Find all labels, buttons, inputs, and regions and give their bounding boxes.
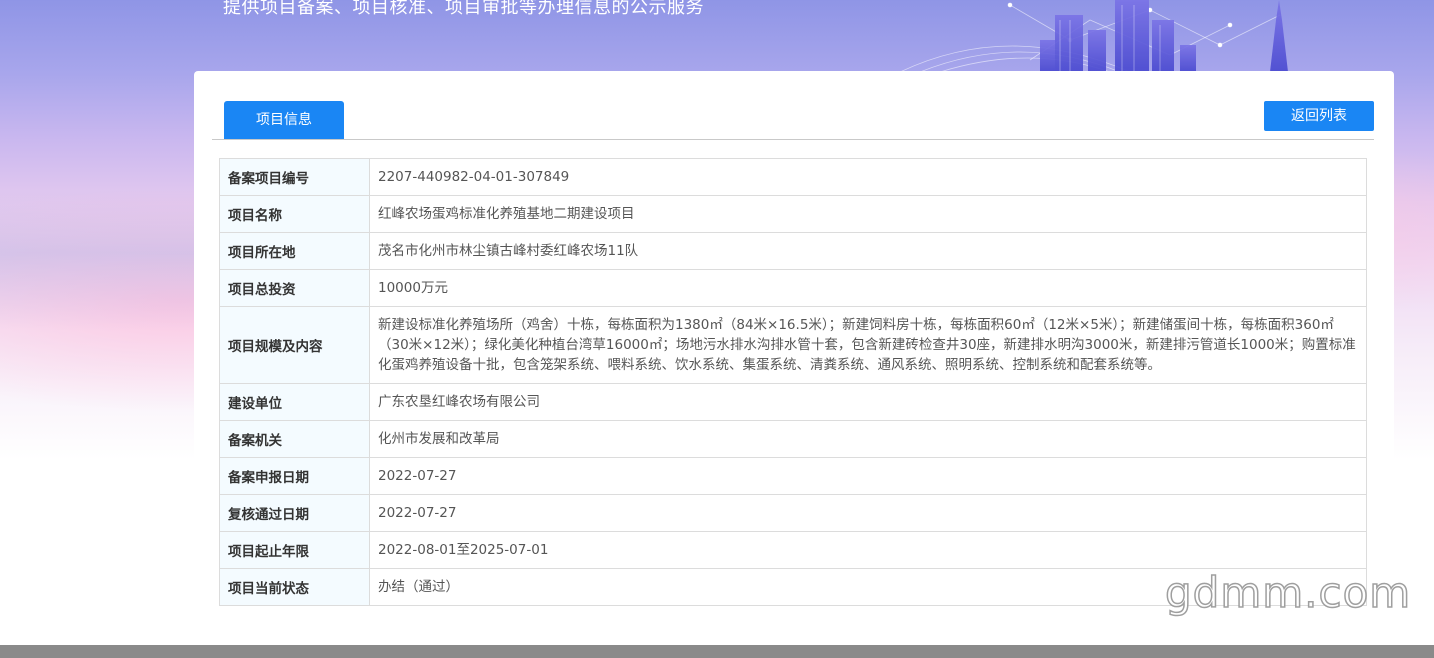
row-label-status: 项目当前状态	[219, 568, 370, 606]
footer-bar	[0, 645, 1434, 658]
back-to-list-button[interactable]: 返回列表	[1264, 101, 1374, 131]
table-row: 项目名称 红峰农场蛋鸡标准化养殖基地二期建设项目	[219, 195, 1367, 233]
row-label-application-date: 备案申报日期	[219, 457, 370, 495]
row-label-record-number: 备案项目编号	[219, 158, 370, 196]
table-row: 复核通过日期 2022-07-27	[219, 494, 1367, 532]
row-value-total-investment: 10000万元	[369, 269, 1367, 307]
city-backdrop	[0, 190, 200, 330]
table-row: 备案申报日期 2022-07-27	[219, 457, 1367, 495]
row-value-scope: 新建设标准化养殖场所（鸡舍）十栋，每栋面积为1380㎡（84米×16.5米）；新…	[369, 306, 1367, 384]
row-value-record-authority: 化州市发展和改革局	[369, 420, 1367, 458]
table-row: 建设单位 广东农垦红峰农场有限公司	[219, 383, 1367, 421]
tab-bar: 项目信息	[212, 101, 1374, 140]
table-row: 项目规模及内容 新建设标准化养殖场所（鸡舍）十栋，每栋面积为1380㎡（84米×…	[219, 306, 1367, 384]
row-value-project-name: 红峰农场蛋鸡标准化养殖基地二期建设项目	[369, 195, 1367, 233]
project-detail-card: 项目信息 返回列表 备案项目编号 2207-440982-04-01-30784…	[194, 71, 1394, 651]
row-label-scope: 项目规模及内容	[219, 306, 370, 384]
table-row: 项目总投资 10000万元	[219, 269, 1367, 307]
tab-project-info[interactable]: 项目信息	[224, 101, 344, 139]
row-label-review-date: 复核通过日期	[219, 494, 370, 532]
table-row: 项目所在地 茂名市化州市林尘镇古峰村委红峰农场11队	[219, 232, 1367, 270]
table-row: 备案机关 化州市发展和改革局	[219, 420, 1367, 458]
row-value-review-date: 2022-07-27	[369, 494, 1367, 532]
project-info-table: 备案项目编号 2207-440982-04-01-307849 项目名称 红峰农…	[219, 158, 1367, 606]
table-row: 项目起止年限 2022-08-01至2025-07-01	[219, 531, 1367, 569]
row-value-construction-unit: 广东农垦红峰农场有限公司	[369, 383, 1367, 421]
row-value-record-number: 2207-440982-04-01-307849	[369, 158, 1367, 196]
row-label-project-name: 项目名称	[219, 195, 370, 233]
city-skyline-illustration	[899, 0, 1288, 72]
hero-subtitle: 提供项目备案、项目核准、项目审批等办理信息的公示服务	[223, 0, 704, 18]
row-label-total-investment: 项目总投资	[219, 269, 370, 307]
row-value-location: 茂名市化州市林尘镇古峰村委红峰农场11队	[369, 232, 1367, 270]
row-label-construction-unit: 建设单位	[219, 383, 370, 421]
row-label-period: 项目起止年限	[219, 531, 370, 569]
watermark-text: gdmm.com	[1164, 567, 1412, 618]
row-value-period: 2022-08-01至2025-07-01	[369, 531, 1367, 569]
table-row: 备案项目编号 2207-440982-04-01-307849	[219, 158, 1367, 196]
row-value-application-date: 2022-07-27	[369, 457, 1367, 495]
row-label-location: 项目所在地	[219, 232, 370, 270]
row-label-record-authority: 备案机关	[219, 420, 370, 458]
